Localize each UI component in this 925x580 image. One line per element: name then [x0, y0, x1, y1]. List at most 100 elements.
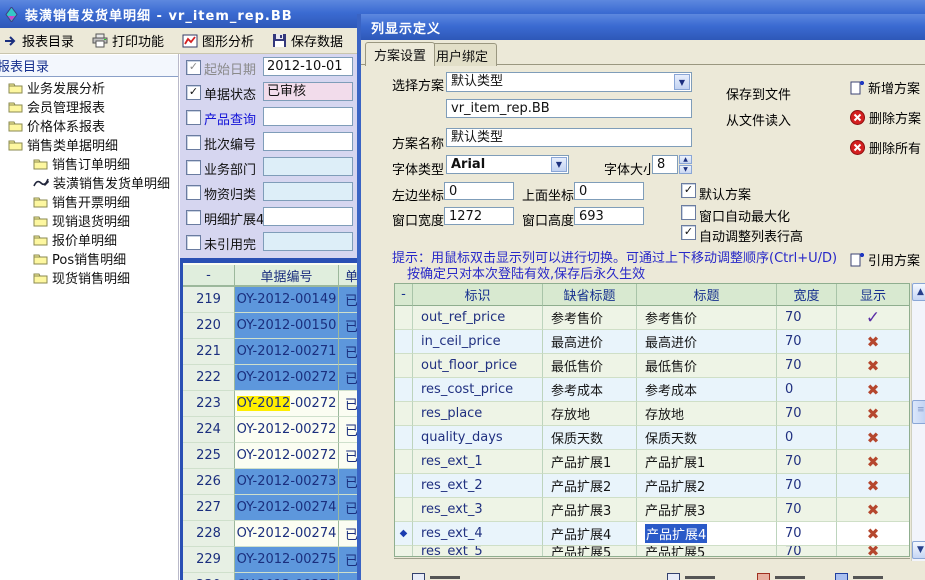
column-table-row[interactable]: res_ext_2产品扩展2产品扩展270✖	[395, 474, 909, 498]
column-table-header-cell[interactable]: -	[395, 284, 413, 306]
spinner-down-icon[interactable]: ▼	[679, 165, 692, 174]
filter-checkbox-3[interactable]	[186, 110, 201, 125]
show-cross-icon[interactable]: ✖	[867, 333, 880, 351]
title-cell[interactable]: 产品扩展1	[637, 450, 777, 474]
report-id-field[interactable]: vr_item_rep.BB	[446, 99, 692, 118]
column-table-row[interactable]: res_ext_3产品扩展3产品扩展370✖	[395, 498, 909, 522]
select-plan-combobox[interactable]: 默认类型 ▼	[446, 72, 692, 92]
default-title-cell[interactable]: 产品扩展5	[543, 546, 637, 557]
title-cell[interactable]: 最高进价	[637, 330, 777, 354]
filter-checkbox-2[interactable]: ✓	[186, 85, 201, 100]
filter-input-7[interactable]	[263, 207, 353, 226]
width-cell[interactable]: 70	[777, 522, 837, 546]
filter-input-5[interactable]	[263, 157, 353, 176]
column-table-header-cell[interactable]: 缺省标题	[543, 284, 637, 306]
show-cross-icon[interactable]: ✖	[867, 357, 880, 375]
default-title-cell[interactable]: 保质天数	[543, 426, 637, 450]
sidebar-item[interactable]: 销售订单明细	[33, 154, 130, 173]
dialog-checkbox-3[interactable]: ✓	[681, 225, 696, 240]
sidebar-item[interactable]: 销售类单据明细	[8, 135, 118, 154]
column-table-row[interactable]: res_cost_price参考成本参考成本0✖	[395, 378, 909, 402]
show-flag-cell[interactable]: ✖	[837, 522, 910, 546]
column-table-row[interactable]: ◆res_ext_4产品扩展4产品扩展470✖	[395, 522, 909, 546]
show-cross-icon[interactable]: ✖	[867, 546, 880, 557]
chevron-down-icon[interactable]: ▼	[674, 74, 690, 90]
title-cell[interactable]: 保质天数	[637, 426, 777, 450]
title-cell[interactable]: 参考成本	[637, 378, 777, 402]
show-cross-icon[interactable]: ✖	[867, 381, 880, 399]
show-flag-cell[interactable]: ✖	[837, 402, 910, 426]
width-cell[interactable]: 0	[777, 378, 837, 402]
filter-input-3[interactable]	[263, 107, 353, 126]
show-flag-cell[interactable]: ✖	[837, 354, 910, 378]
width-cell[interactable]: 70	[777, 546, 837, 557]
show-flag-cell[interactable]: ✖	[837, 450, 910, 474]
dialog-checkbox-1[interactable]: ✓	[681, 183, 696, 198]
filter-checkbox-7[interactable]	[186, 210, 201, 225]
field-id-cell[interactable]: res_ext_3	[413, 498, 543, 522]
file-action-read-from-file[interactable]: 从文件读入	[726, 110, 791, 129]
default-title-cell[interactable]: 参考售价	[543, 306, 637, 330]
show-cross-icon[interactable]: ✖	[867, 477, 880, 495]
width-cell[interactable]: 70	[777, 306, 837, 330]
filter-checkbox-4[interactable]	[186, 135, 201, 150]
filter-input-4[interactable]	[263, 132, 353, 151]
default-title-cell[interactable]: 产品扩展2	[543, 474, 637, 498]
title-cell[interactable]: 产品扩展4	[637, 522, 777, 546]
default-title-cell[interactable]: 最高进价	[543, 330, 637, 354]
column-table-row[interactable]: res_ext_5产品扩展5产品扩展570✖	[395, 546, 909, 557]
file-action-save-to-file[interactable]: 保存到文件	[726, 84, 791, 103]
show-flag-cell[interactable]: ✖	[837, 474, 910, 498]
filter-checkbox-6[interactable]	[186, 185, 201, 200]
scroll-down-icon[interactable]: ▼	[912, 541, 925, 559]
show-cross-icon[interactable]: ✖	[867, 429, 880, 447]
font-size-field[interactable]: 8	[652, 155, 678, 174]
column-table-header-cell[interactable]: 宽度	[777, 284, 837, 306]
show-cross-icon[interactable]: ✖	[867, 525, 880, 543]
toolbar-button-chart[interactable]: 图形分析	[180, 29, 256, 52]
show-flag-cell[interactable]: ✓	[837, 306, 910, 330]
column-table-header-cell[interactable]: 标题	[637, 284, 777, 306]
field-id-cell[interactable]: res_ext_4	[413, 522, 543, 546]
left-coord-field[interactable]: 0	[444, 182, 514, 200]
width-cell[interactable]: 70	[777, 354, 837, 378]
show-cross-icon[interactable]: ✖	[867, 453, 880, 471]
width-cell[interactable]: 0	[777, 426, 837, 450]
title-cell[interactable]: 存放地	[637, 402, 777, 426]
sidebar-item[interactable]: 现销退货明细	[33, 211, 130, 230]
filter-checkbox-5[interactable]	[186, 160, 201, 175]
show-cross-icon[interactable]: ✖	[867, 501, 880, 519]
field-id-cell[interactable]: out_ref_price	[413, 306, 543, 330]
sidebar-item[interactable]: Pos销售明细	[33, 249, 126, 268]
title-cell[interactable]: 产品扩展3	[637, 498, 777, 522]
sidebar-item[interactable]: 业务发展分析	[8, 78, 105, 97]
width-cell[interactable]: 70	[777, 330, 837, 354]
width-cell[interactable]: 70	[777, 474, 837, 498]
filter-input-2[interactable]: 已审核	[263, 82, 353, 101]
field-id-cell[interactable]: quality_days	[413, 426, 543, 450]
default-title-cell[interactable]: 产品扩展4	[543, 522, 637, 546]
show-cross-icon[interactable]: ✖	[867, 405, 880, 423]
title-cell[interactable]: 产品扩展2	[637, 474, 777, 498]
show-flag-cell[interactable]: ✖	[837, 378, 910, 402]
title-cell[interactable]: 最低售价	[637, 354, 777, 378]
sidebar-item[interactable]: 现货销售明细	[33, 268, 130, 287]
filter-checkbox-8[interactable]	[186, 235, 201, 250]
dialog-titlebar[interactable]: 列显示定义	[361, 14, 925, 40]
sidebar-item[interactable]: 会员管理报表	[8, 97, 105, 116]
main-table-header-cell[interactable]: -	[183, 265, 235, 286]
plan-action-button-2[interactable]: 删除方案	[850, 108, 921, 127]
font-type-combobox[interactable]: Arial ▼	[446, 155, 569, 174]
column-table-row[interactable]: quality_days保质天数保质天数0✖	[395, 426, 909, 450]
field-id-cell[interactable]: res_place	[413, 402, 543, 426]
sidebar-item[interactable]: 报价单明细	[33, 230, 117, 249]
column-table-header-cell[interactable]: 标识	[413, 284, 543, 306]
clipped-button[interactable]	[412, 573, 460, 580]
sidebar-item[interactable]: 销售开票明细	[33, 192, 130, 211]
win-height-field[interactable]: 693	[574, 207, 644, 225]
table-scrollbar[interactable]: ▲ ▼	[911, 283, 925, 561]
title-cell[interactable]: 产品扩展5	[637, 546, 777, 557]
default-title-cell[interactable]: 最低售价	[543, 354, 637, 378]
field-id-cell[interactable]: res_ext_5	[413, 546, 543, 557]
column-table-header-cell[interactable]: 显示	[837, 284, 910, 306]
